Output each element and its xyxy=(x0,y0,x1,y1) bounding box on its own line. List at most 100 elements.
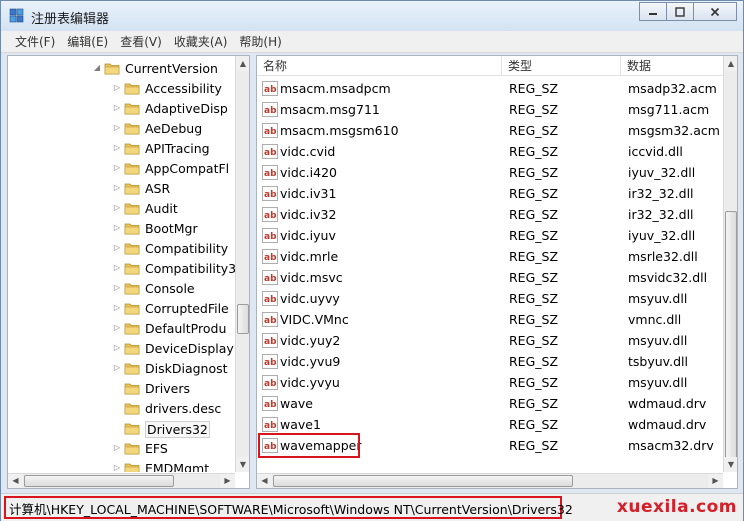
tree-item[interactable]: ▷ BootMgr xyxy=(8,218,236,238)
tree-item[interactable]: ▷ ASR xyxy=(8,178,236,198)
collapsed-arrow-icon[interactable]: ▷ xyxy=(112,442,122,454)
table-row[interactable]: ab vidc.msvc REG_SZ msvidc32.dll xyxy=(257,267,723,288)
list-horizontal-scrollbar[interactable]: ◀ ▶ xyxy=(257,473,723,488)
tree-view[interactable]: ◢ CurrentVersion ▷ Accessibility ▷ AdaptiveDi… xyxy=(8,56,236,472)
tree-item[interactable]: ▷ CorruptedFile xyxy=(8,298,236,318)
tree-item[interactable]: ▷ DefaultProdu xyxy=(8,318,236,338)
collapsed-arrow-icon[interactable]: ▷ xyxy=(112,242,122,254)
tree-horizontal-scrollbar[interactable]: ◀ ▶ xyxy=(8,473,235,488)
collapsed-arrow-icon[interactable]: ▷ xyxy=(112,342,122,354)
table-row[interactable]: ab vidc.yvyu REG_SZ msyuv.dll xyxy=(257,372,723,393)
list-scroll-up-button[interactable]: ▲ xyxy=(724,56,737,71)
collapsed-arrow-icon[interactable]: ▷ xyxy=(112,162,122,174)
menu-favorites[interactable]: 收藏夹(A) xyxy=(168,33,234,50)
tree-item[interactable]: ▷ Console xyxy=(8,278,236,298)
collapsed-arrow-icon[interactable]: ▷ xyxy=(112,82,122,94)
svg-text:ab: ab xyxy=(264,253,277,263)
column-header-name[interactable]: 名称 xyxy=(257,56,502,76)
table-row[interactable]: ab wave1 REG_SZ wdmaud.drv xyxy=(257,414,723,435)
folder-icon xyxy=(124,363,140,375)
collapsed-arrow-icon[interactable]: ▷ xyxy=(112,462,122,472)
tree-hscroll-thumb[interactable] xyxy=(24,475,174,487)
table-row[interactable]: ab vidc.uyvy REG_SZ msyuv.dll xyxy=(257,288,723,309)
table-row[interactable]: ab vidc.i420 REG_SZ iyuv_32.dll xyxy=(257,162,723,183)
menu-view[interactable]: 查看(V) xyxy=(114,33,168,50)
collapsed-arrow-icon[interactable]: ▷ xyxy=(112,222,122,234)
cell-name: msacm.msgsm610 xyxy=(280,123,399,138)
tree-item[interactable]: ▷ Accessibility xyxy=(8,78,236,98)
folder-icon xyxy=(124,383,140,395)
tree-item-label: Audit xyxy=(145,201,178,216)
table-row[interactable]: ab vidc.yvu9 REG_SZ tsbyuv.dll xyxy=(257,351,723,372)
tree-scroll-thumb[interactable] xyxy=(237,304,249,334)
collapsed-arrow-icon[interactable]: ▷ xyxy=(112,202,122,214)
tree-item[interactable]: ▷ APITracing xyxy=(8,138,236,158)
expanded-arrow-icon[interactable]: ◢ xyxy=(92,62,102,74)
cell-type: REG_SZ xyxy=(509,438,559,453)
column-header-data[interactable]: 数据 xyxy=(621,56,723,76)
collapsed-arrow-icon[interactable]: ▷ xyxy=(112,302,122,314)
table-row[interactable]: ab wave REG_SZ wdmaud.drv xyxy=(257,393,723,414)
minimize-button[interactable] xyxy=(639,2,667,21)
tree-item[interactable]: ▷ EMDMgmt xyxy=(8,458,236,472)
tree-pane[interactable]: ◢ CurrentVersion ▷ Accessibility ▷ AdaptiveDi… xyxy=(7,55,250,489)
tree-item[interactable]: ▷ Audit xyxy=(8,198,236,218)
cell-type: REG_SZ xyxy=(509,144,559,159)
close-button[interactable] xyxy=(693,2,737,21)
table-row[interactable]: ab vidc.iyuv REG_SZ iyuv_32.dll xyxy=(257,225,723,246)
tree-item[interactable]: ▷ Compatibility3 xyxy=(8,258,236,278)
tree-item[interactable]: ◢ CurrentVersion xyxy=(8,58,236,78)
tree-item[interactable]: ▷ DiskDiagnost xyxy=(8,358,236,378)
folder-icon xyxy=(124,83,140,95)
tree-item[interactable]: ▷ Compatibility xyxy=(8,238,236,258)
table-row[interactable]: ab vidc.mrle REG_SZ msrle32.dll xyxy=(257,246,723,267)
table-row[interactable]: ab vidc.yuy2 REG_SZ msyuv.dll xyxy=(257,330,723,351)
title-bar[interactable]: 注册表编辑器 xyxy=(1,1,743,31)
list-scroll-down-button[interactable]: ▼ xyxy=(724,457,737,472)
list-scroll-right-button[interactable]: ▶ xyxy=(708,474,723,488)
cell-type: REG_SZ xyxy=(509,102,559,117)
tree-item[interactable]: ▷ DeviceDisplay xyxy=(8,338,236,358)
tree-item[interactable]: ▷ AdaptiveDisp xyxy=(8,98,236,118)
restore-button[interactable] xyxy=(666,2,694,21)
collapsed-arrow-icon[interactable]: ▷ xyxy=(112,122,122,134)
folder-icon xyxy=(124,163,140,175)
collapsed-arrow-icon[interactable]: ▷ xyxy=(112,322,122,334)
tree-scroll-up-button[interactable]: ▲ xyxy=(236,56,249,71)
table-row[interactable]: ab msacm.msg711 REG_SZ msg711.acm xyxy=(257,99,723,120)
folder-icon xyxy=(124,223,140,235)
menu-help[interactable]: 帮助(H) xyxy=(233,33,287,50)
values-pane[interactable]: 名称 类型 数据 ab msacm.msadpcm REG_SZ msadp32.ac… xyxy=(256,55,738,489)
menu-edit[interactable]: 编辑(E) xyxy=(61,33,114,50)
table-row[interactable]: ab wavemapper REG_SZ msacm32.drv xyxy=(257,433,723,458)
table-row[interactable]: ab vidc.iv31 REG_SZ ir32_32.dll xyxy=(257,183,723,204)
tree-scroll-left-button[interactable]: ◀ xyxy=(8,474,23,488)
tree-vertical-scrollbar[interactable]: ▲ ▼ xyxy=(235,56,249,472)
tree-item[interactable]: ▷ AppCompatFl xyxy=(8,158,236,178)
list-scroll-left-button[interactable]: ◀ xyxy=(257,474,272,488)
table-row[interactable]: ab msacm.msadpcm REG_SZ msadp32.acm xyxy=(257,78,723,99)
collapsed-arrow-icon[interactable]: ▷ xyxy=(112,362,122,374)
collapsed-arrow-icon[interactable]: ▷ xyxy=(112,262,122,274)
collapsed-arrow-icon[interactable]: ▷ xyxy=(112,102,122,114)
tree-item[interactable]: ▷ AeDebug xyxy=(8,118,236,138)
tree-item[interactable]: ▷ EFS xyxy=(8,438,236,458)
collapsed-arrow-icon[interactable]: ▷ xyxy=(112,182,122,194)
tree-scroll-right-button[interactable]: ▶ xyxy=(220,474,235,488)
tree-item[interactable]: Drivers xyxy=(8,378,236,398)
collapsed-arrow-icon[interactable]: ▷ xyxy=(112,142,122,154)
list-hscroll-thumb[interactable] xyxy=(273,475,573,487)
list-scroll-thumb[interactable] xyxy=(725,211,737,459)
table-row[interactable]: ab msacm.msgsm610 REG_SZ msgsm32.acm xyxy=(257,120,723,141)
collapsed-arrow-icon[interactable]: ▷ xyxy=(112,282,122,294)
values-list[interactable]: ab msacm.msadpcm REG_SZ msadp32.acm ab msacm.… xyxy=(257,76,723,472)
table-row[interactable]: ab vidc.iv32 REG_SZ ir32_32.dll xyxy=(257,204,723,225)
menu-file[interactable]: 文件(F) xyxy=(9,33,61,50)
tree-item[interactable]: drivers.desc xyxy=(8,398,236,418)
table-row[interactable]: ab vidc.cvid REG_SZ iccvid.dll xyxy=(257,141,723,162)
column-header-type[interactable]: 类型 xyxy=(502,56,621,76)
tree-scroll-down-button[interactable]: ▼ xyxy=(236,457,249,472)
tree-item[interactable]: Drivers32 xyxy=(8,418,236,438)
list-vertical-scrollbar[interactable]: ▲ ▼ xyxy=(723,56,737,472)
table-row[interactable]: ab VIDC.VMnc REG_SZ vmnc.dll xyxy=(257,309,723,330)
